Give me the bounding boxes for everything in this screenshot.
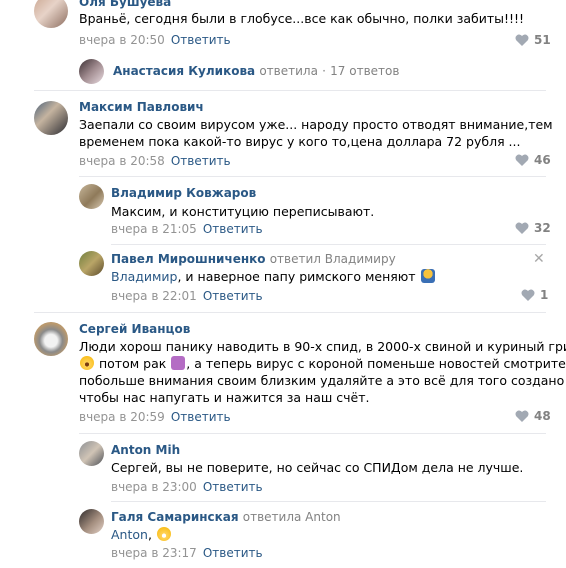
reply-link[interactable]: Ответить — [203, 222, 263, 236]
grinning-emoji-icon — [156, 527, 171, 541]
mention-link[interactable]: Anton — [111, 527, 148, 542]
reply-to-label: ответил Владимиру — [269, 252, 396, 266]
comment-meta: вчера в 20:59 Ответить — [79, 410, 231, 424]
comment-time[interactable]: вчера в 20:50 — [79, 33, 165, 47]
reply-text: Сергей, вы не поверите, но сейчас со СПИ… — [111, 460, 524, 475]
reply-time[interactable]: вчера в 21:05 — [111, 222, 197, 236]
comment-meta: вчера в 20:58 Ответить — [79, 154, 231, 168]
avatar[interactable] — [34, 322, 68, 356]
comment-meta: вчера в 20:50 Ответить — [79, 33, 231, 47]
heart-icon — [515, 34, 529, 46]
reply-meta: вчера в 23:00 Ответить — [111, 480, 263, 494]
laughing-emoji-icon — [80, 356, 94, 370]
reply-text: Максим, и конституцию переписывают. — [111, 204, 375, 219]
avatar[interactable] — [79, 441, 104, 466]
like-count: 1 — [540, 288, 549, 302]
heart-icon — [515, 154, 529, 166]
like-button[interactable]: 51 — [515, 33, 551, 47]
like-count: 32 — [534, 221, 551, 235]
reply-meta: вчера в 22:01 Ответить — [111, 289, 263, 303]
like-count: 48 — [534, 409, 551, 423]
like-count: 51 — [534, 33, 551, 47]
reply-author[interactable]: Галя Самаринская ответила Anton — [111, 510, 341, 524]
separator — [111, 501, 546, 502]
reply-time[interactable]: вчера в 22:01 — [111, 289, 197, 303]
reply-link[interactable]: Ответить — [171, 410, 231, 424]
reply-to-label: ответила Anton — [242, 510, 341, 524]
comment-author[interactable]: Оля Бушуева — [79, 0, 171, 9]
comment-time[interactable]: вчера в 20:59 — [79, 410, 165, 424]
mention-link[interactable]: Владимир — [111, 269, 177, 284]
like-button[interactable]: 46 — [515, 153, 551, 167]
avatar[interactable] — [34, 101, 68, 135]
reply-author[interactable]: Владимир Ковжаров — [111, 186, 256, 200]
reply-author[interactable]: Павел Мирошниченко ответил Владимиру — [111, 252, 396, 266]
avatar[interactable] — [79, 184, 104, 209]
reply-link[interactable]: Ответить — [203, 546, 263, 560]
avatar[interactable] — [79, 59, 104, 84]
avatar[interactable] — [34, 0, 68, 28]
like-button[interactable]: 32 — [515, 221, 551, 235]
separator — [34, 90, 546, 91]
reply-meta: вчера в 23:17 Ответить — [111, 546, 263, 560]
reply-link[interactable]: Ответить — [203, 480, 263, 494]
separator — [79, 433, 546, 434]
comment-text: Люди хорош панику наводить в 90-х спид, … — [79, 339, 566, 405]
like-button[interactable]: 1 — [521, 288, 548, 302]
separator — [79, 176, 546, 177]
reply-link[interactable]: Ответить — [171, 33, 231, 47]
reply-link[interactable]: Ответить — [171, 154, 231, 168]
comment-author[interactable]: Максим Павлович — [79, 100, 204, 114]
reply-meta: вчера в 21:05 Ответить — [111, 222, 263, 236]
avatar[interactable] — [79, 509, 104, 534]
reply-time[interactable]: вчера в 23:00 — [111, 480, 197, 494]
cancer-zodiac-icon — [171, 356, 186, 370]
comment-time[interactable]: вчера в 20:58 — [79, 154, 165, 168]
reply-author[interactable]: Anton Mih — [111, 443, 180, 457]
like-button[interactable]: 48 — [515, 409, 551, 423]
like-count: 46 — [534, 153, 551, 167]
separator — [34, 312, 546, 313]
heart-icon — [515, 222, 529, 234]
comment-text: Враньё, сегодня были в глобусе...все как… — [79, 11, 525, 26]
close-icon[interactable]: ✕ — [533, 251, 545, 267]
heart-icon — [515, 410, 529, 422]
reply-text: Владимир, и наверное папу римского меняю… — [111, 268, 436, 285]
thread-expander[interactable]: Анастасия Куликова ответила · 17 ответов — [113, 64, 399, 78]
heart-icon — [521, 289, 535, 301]
reply-time[interactable]: вчера в 23:17 — [111, 546, 197, 560]
avatar[interactable] — [79, 251, 104, 276]
person-emoji-icon — [420, 269, 435, 283]
reply-text: Anton, — [111, 526, 172, 543]
comment-author[interactable]: Сергей Иванцов — [79, 322, 190, 336]
reply-link[interactable]: Ответить — [203, 289, 263, 303]
comment-text: Заепали со своим вирусом уже... народу п… — [79, 117, 553, 149]
separator — [111, 244, 546, 245]
